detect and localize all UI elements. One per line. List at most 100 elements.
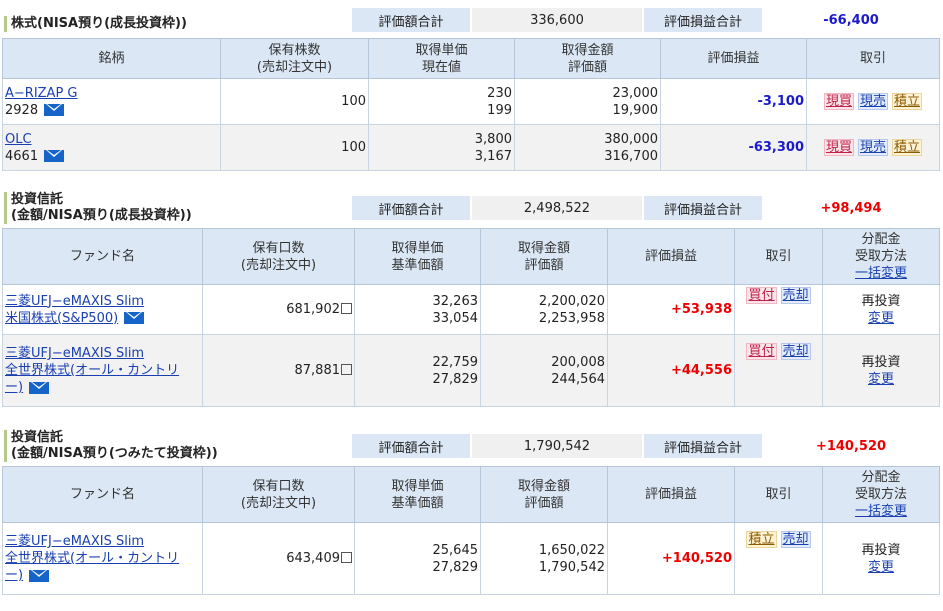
- table-row: 三菱UFJ−eMAXIS Slim 全世界株式(オール・カントリ ー) 87,88…: [2, 334, 940, 407]
- distribution-method: 再投資: [861, 293, 901, 309]
- table-row: 三菱UFJ−eMAXIS Slim 全世界株式(オール・カントリ ー) 643,4…: [2, 522, 940, 595]
- mail-icon[interactable]: [44, 150, 65, 162]
- sell-button[interactable]: 売却: [780, 343, 811, 360]
- sell-button[interactable]: 売却: [780, 531, 811, 548]
- col-amount-line2: 評価額: [567, 59, 607, 75]
- stocks-eval-total-label: 評価額合計: [352, 8, 470, 32]
- stock-name-cell: A−RIZAP G 2928: [2, 78, 221, 125]
- fund-trade-cell: 買付 売却: [734, 284, 823, 335]
- stock-pl: -63,300: [660, 124, 807, 171]
- fund-name-line1: 三菱UFJ−eMAXIS Slim: [5, 293, 145, 309]
- fund-unit-cell: 25,645 27,829: [354, 522, 481, 595]
- buy-button[interactable]: 買付: [746, 343, 777, 360]
- change-link[interactable]: 変更: [868, 560, 894, 575]
- sell-button[interactable]: 売却: [780, 287, 811, 304]
- col-holding-line1: 保有株数: [268, 42, 321, 58]
- col-amount: 取得金額 評価額: [514, 38, 661, 79]
- col-dist-line1: 分配金: [861, 470, 901, 485]
- col-unit-line1: 取得単価: [415, 42, 468, 58]
- col-dist-line1: 分配金: [861, 232, 901, 247]
- fund-dist-cell: 再投資 変更: [822, 334, 940, 407]
- col-unit-line2: 基準価額: [391, 495, 444, 511]
- change-link[interactable]: 変更: [868, 372, 894, 387]
- stocks-header: 株式(NISA預り(成長投資枠)) 評価額合計 336,600 評価損益合計 -…: [0, 8, 943, 36]
- bulk-change-link[interactable]: 一括変更: [855, 504, 907, 519]
- accumulate-button[interactable]: 積立: [746, 531, 777, 548]
- col-dist-line2: 受取方法: [854, 249, 907, 264]
- stock-unit-cell: 3,800 3,167: [368, 124, 515, 171]
- col-pl: 評価損益: [607, 228, 735, 285]
- mail-icon[interactable]: [124, 312, 145, 324]
- fund-tsumitate-eval-total-value: 1,790,542: [472, 434, 642, 458]
- fund-cost: 200,008: [551, 354, 605, 370]
- col-holding-line2: (売却注文中): [240, 257, 317, 273]
- buy-button[interactable]: 買付: [746, 287, 777, 304]
- fund-name-line3: ー): [5, 380, 24, 395]
- mail-icon[interactable]: [44, 104, 65, 116]
- spot-sell-button[interactable]: 現売: [857, 139, 888, 156]
- fund-unit-cost: 32,263: [432, 293, 479, 309]
- col-amount: 取得金額 評価額: [480, 466, 608, 523]
- stock-shares: 100: [220, 78, 369, 125]
- fund-name-line3: ー): [5, 568, 24, 583]
- fund-growth-title-line1: 投資信託: [11, 192, 64, 207]
- fund-nav: 27,829: [432, 371, 479, 387]
- col-unit: 取得単価 現在値: [368, 38, 515, 79]
- spot-buy-button[interactable]: 現買: [823, 139, 854, 156]
- fund-unit-cell: 22,759 27,829: [354, 334, 481, 407]
- fund-growth-title-line2: (金額/NISA預り(成長投資枠)): [11, 208, 192, 223]
- stocks-eval-total-value: 336,600: [472, 8, 642, 32]
- fund-name-cell: 三菱UFJ−eMAXIS Slim 全世界株式(オール・カントリ ー): [2, 334, 203, 407]
- spot-sell-button[interactable]: 現売: [857, 93, 888, 110]
- col-pl: 評価損益: [607, 466, 735, 523]
- distribution-method: 再投資: [861, 542, 901, 558]
- stock-unit-cost: 3,800: [474, 131, 512, 147]
- checkbox-square-icon: [341, 364, 352, 375]
- stocks-title: 株式(NISA預り(成長投資枠)): [4, 16, 187, 32]
- fund-amount-cell: 1,650,022 1,790,542: [480, 522, 608, 595]
- bulk-change-link[interactable]: 一括変更: [855, 266, 907, 281]
- spot-buy-button[interactable]: 現買: [823, 93, 854, 110]
- fund-dist-cell: 再投資 変更: [822, 284, 940, 335]
- fund-tsumitate-title: 投資信託 (金額/NISA預り(つみたて投資枠)): [4, 430, 218, 462]
- fund-growth-eval-total-value: 2,498,522: [472, 196, 642, 220]
- mail-icon[interactable]: [29, 381, 50, 394]
- mail-icon[interactable]: [29, 569, 50, 582]
- fund-tsumitate-eval-total-label: 評価額合計: [352, 434, 470, 458]
- table-row: A−RIZAP G 2928 100 230 199 23,000 19,900 -3…: [2, 78, 940, 125]
- fund-unit-cost: 25,645: [432, 542, 479, 558]
- col-unit-line2: 現在値: [421, 59, 461, 75]
- col-holding-line2: (売却注文中): [256, 59, 333, 75]
- fund-value: 244,564: [551, 371, 605, 387]
- col-distribution: 分配金 受取方法 一括変更: [822, 466, 940, 523]
- fund-growth-section: 投資信託 (金額/NISA預り(成長投資枠)) 評価額合計 2,498,522 評…: [0, 192, 943, 407]
- stock-code: 4661: [5, 148, 39, 164]
- fund-tsumitate-header: 投資信託 (金額/NISA預り(つみたて投資枠)) 評価額合計 1,790,542…: [0, 430, 943, 464]
- stock-amount-cell: 23,000 19,900: [514, 78, 661, 125]
- accumulate-button[interactable]: 積立: [892, 93, 923, 110]
- fund-units-value: 643,409: [286, 551, 340, 566]
- stock-cost: 380,000: [604, 131, 658, 147]
- col-holding-line2: (売却注文中): [240, 495, 317, 511]
- fund-name-cell: 三菱UFJ−eMAXIS Slim 全世界株式(オール・カントリ ー): [2, 522, 203, 595]
- col-holding: 保有口数 (売却注文中): [202, 466, 355, 523]
- fund-units: 681,902: [202, 284, 355, 335]
- stocks-table: 銘柄 保有株数 (売却注文中) 取得単価 現在値 取得金額 評価額 評価損益 取引 A…: [2, 38, 940, 171]
- stock-value: 316,700: [604, 148, 658, 164]
- stock-code: 2928: [5, 102, 39, 118]
- change-link[interactable]: 変更: [868, 311, 894, 326]
- table-row: OLC 4661 100 3,800 3,167 380,000 316,700 -6…: [2, 124, 940, 171]
- fund-tsumitate-title-line2: (金額/NISA預り(つみたて投資枠)): [11, 446, 218, 461]
- fund-name-line2: 全世界株式(オール・カントリ: [5, 551, 180, 566]
- col-unit-line1: 取得単価: [391, 240, 444, 256]
- col-pl: 評価損益: [660, 38, 807, 79]
- col-holding-line1: 保有口数: [252, 240, 305, 256]
- stock-shares: 100: [220, 124, 369, 171]
- stock-name-link[interactable]: OLC: [5, 132, 32, 147]
- fund-pl: +140,520: [607, 522, 735, 595]
- col-unit-line2: 基準価額: [391, 257, 444, 273]
- accumulate-button[interactable]: 積立: [892, 139, 923, 156]
- stock-name-link[interactable]: A−RIZAP G: [5, 86, 78, 101]
- col-trade: 取引: [734, 228, 823, 285]
- col-amount-line2: 評価額: [524, 495, 564, 511]
